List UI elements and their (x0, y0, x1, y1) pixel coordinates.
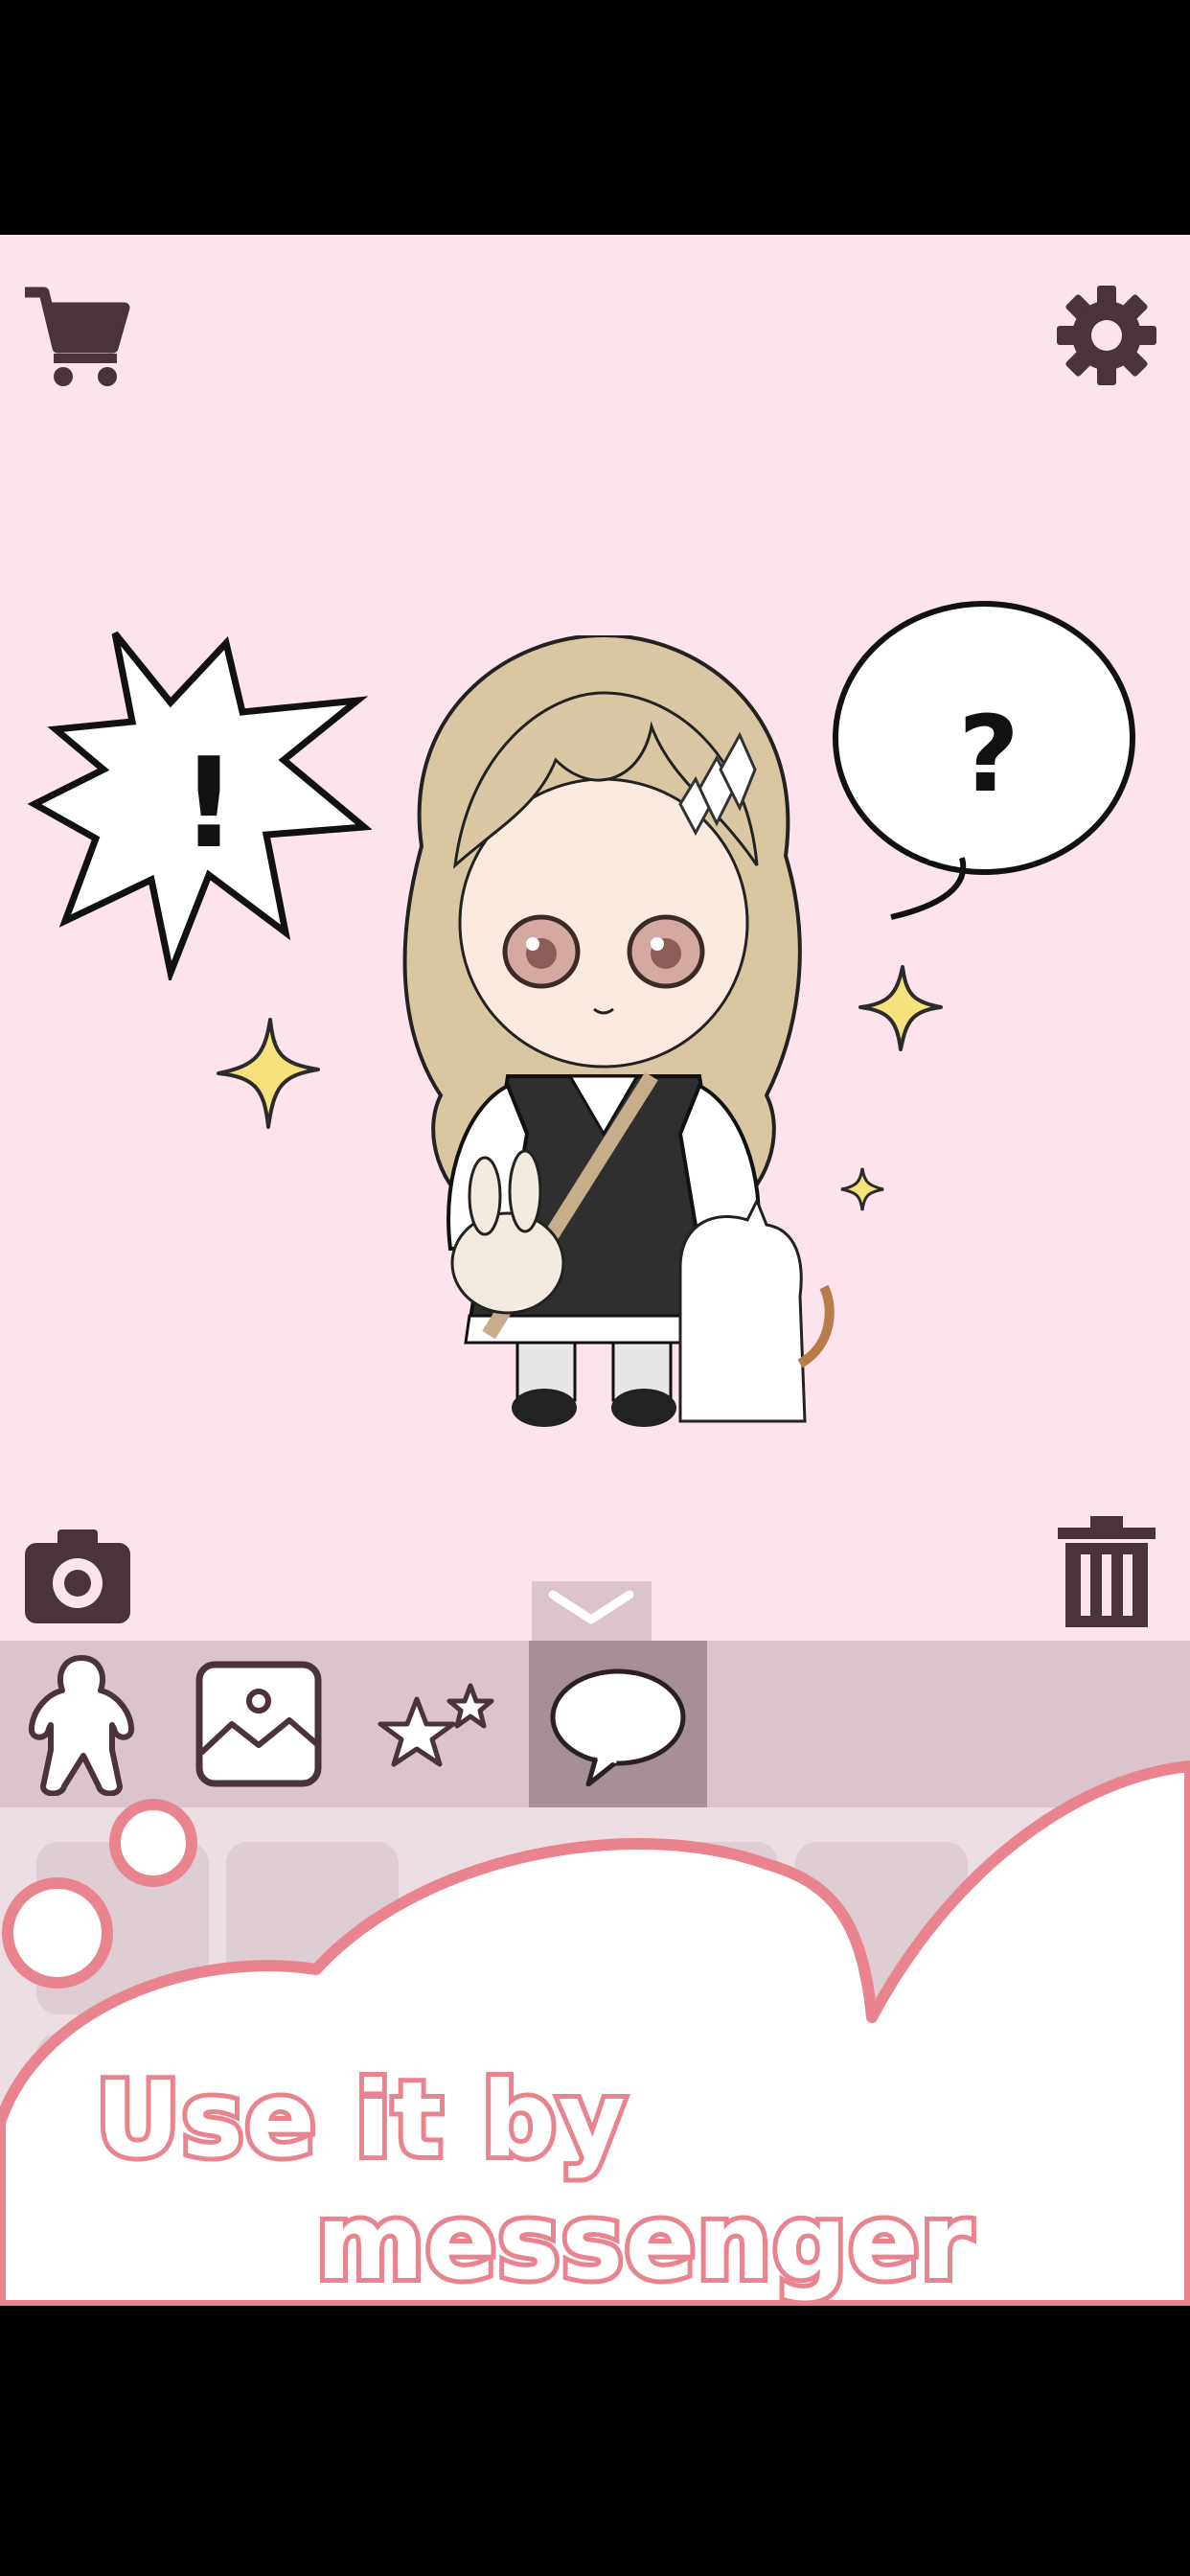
question-bubble-sticker[interactable]: ? (826, 599, 1142, 925)
status-bar (0, 0, 1190, 235)
sparkle-sticker[interactable] (213, 1016, 323, 1131)
trash-icon (1058, 1516, 1156, 1627)
dress-up-canvas: ! ? (0, 235, 1190, 1641)
sparkle-sticker[interactable] (839, 1166, 885, 1212)
camera-icon (25, 1530, 130, 1623)
cart-button[interactable] (19, 281, 134, 396)
sparkle-sticker[interactable] (857, 963, 945, 1051)
collapse-panel-button[interactable] (532, 1581, 652, 1641)
cart-icon (25, 287, 130, 386)
home-indicator-area (0, 2306, 1190, 2576)
question-text: ? (958, 693, 1019, 816)
settings-button[interactable] (1054, 283, 1159, 388)
promo-line-1: Use it by (91, 2056, 630, 2185)
chibi-character[interactable] (364, 635, 843, 1431)
exclaim-burst-sticker[interactable]: ! (27, 616, 372, 980)
chevron-down-icon (548, 1590, 634, 1624)
trash-button[interactable] (1054, 1514, 1159, 1629)
exclaim-text: ! (180, 730, 237, 876)
gear-icon (1057, 286, 1156, 385)
camera-button[interactable] (21, 1524, 134, 1627)
